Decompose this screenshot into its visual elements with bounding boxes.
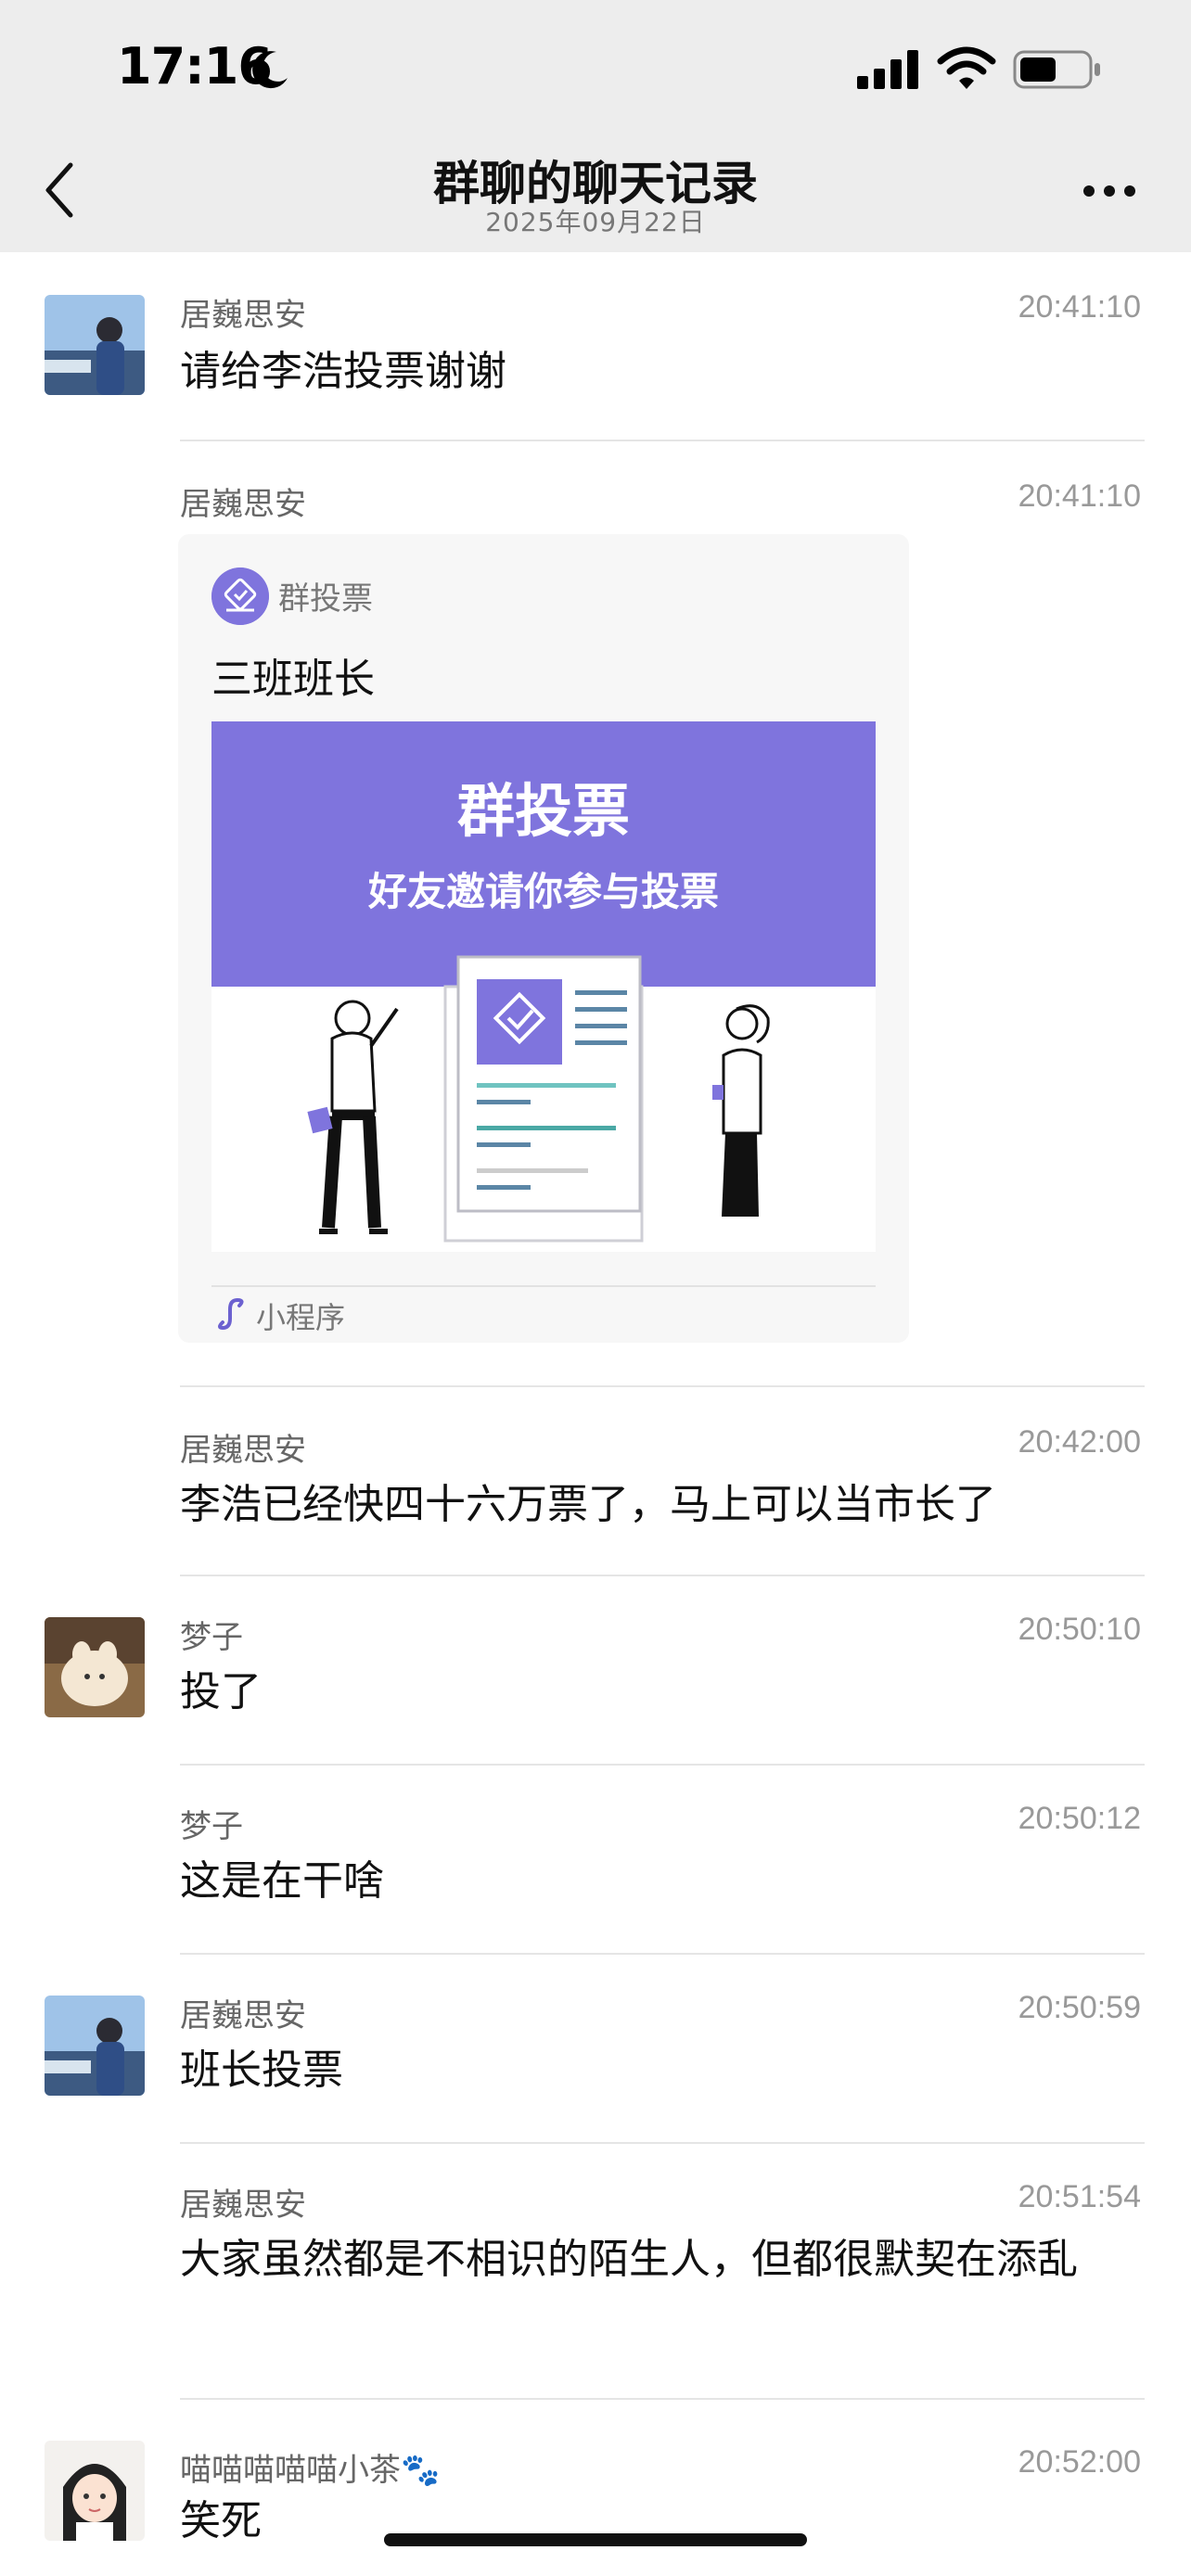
sender-name: 梦子: [180, 1808, 243, 1845]
card-divider: [211, 1285, 876, 1287]
message-time: 20:42:00: [1018, 1424, 1141, 1460]
divider: [180, 1575, 1145, 1576]
divider: [180, 1953, 1145, 1955]
message-text[interactable]: 请给李浩投票谢谢: [180, 339, 1145, 404]
message-text[interactable]: 班长投票: [180, 2038, 1145, 2103]
vote-app-icon: [211, 567, 269, 625]
message-time: 20:52:00: [1018, 2444, 1141, 2480]
card-footer-label: 小程序: [256, 1300, 346, 1335]
divider: [180, 1764, 1145, 1766]
card-app-name: 群投票: [278, 580, 373, 618]
sender-name: 居巍思安: [180, 1432, 306, 1469]
page-subtitle: 2025年09月22日: [485, 207, 706, 237]
avatar[interactable]: [45, 2441, 145, 2541]
message-time: 20:50:59: [1018, 1990, 1141, 2025]
sender-name: 居巍思安: [180, 297, 306, 334]
message-text[interactable]: 李浩已经快四十六万票了，马上可以当市长了: [180, 1473, 1145, 1537]
avatar[interactable]: [45, 1996, 145, 2096]
banner-subtitle: 好友邀请你参与投票: [367, 869, 719, 914]
message-time: 20:41:10: [1018, 289, 1141, 325]
mini-program-card[interactable]: 群投票 三班班长 群投票 好友邀请你参与投票 小程序: [178, 534, 909, 1343]
message-text[interactable]: 大家虽然都是不相识的陌生人，但都很默契在添乱: [180, 2227, 1145, 2292]
top-bar: 17:16 群聊的聊天记录 2025年09月22日: [0, 0, 1191, 252]
message-time: 20:51:54: [1018, 2179, 1141, 2214]
sender-name: 居巍思安: [180, 486, 306, 523]
divider: [180, 2398, 1145, 2400]
sender-name: 居巍思安: [180, 2187, 306, 2224]
sender-name: 喵喵喵喵喵小茶🐾: [180, 2452, 441, 2489]
avatar[interactable]: [45, 295, 145, 395]
message-time: 20:50:10: [1018, 1612, 1141, 1647]
message-time: 20:41:10: [1018, 478, 1141, 514]
mini-program-icon: [218, 1297, 244, 1331]
home-indicator[interactable]: [384, 2533, 807, 2546]
sender-name: 梦子: [180, 1619, 243, 1656]
banner-title: 群投票: [456, 777, 630, 845]
message-text[interactable]: 这是在干啥: [180, 1849, 1145, 1914]
card-image: 群投票 好友邀请你参与投票: [211, 721, 876, 1252]
card-title: 三班班长: [211, 656, 375, 703]
message-text[interactable]: 投了: [180, 1660, 1145, 1725]
wifi-icon: [937, 46, 996, 89]
more-icon[interactable]: [1082, 182, 1137, 200]
divider: [180, 2142, 1145, 2144]
divider: [180, 440, 1145, 441]
divider: [180, 1385, 1145, 1387]
battery-icon: [1013, 50, 1100, 89]
moon-icon: [252, 51, 288, 89]
signal-icon: [857, 50, 918, 89]
message-time: 20:50:12: [1018, 1801, 1141, 1836]
avatar[interactable]: [45, 1617, 145, 1717]
vote-illustration: [307, 955, 770, 1243]
sender-name: 居巍思安: [180, 1997, 306, 2034]
